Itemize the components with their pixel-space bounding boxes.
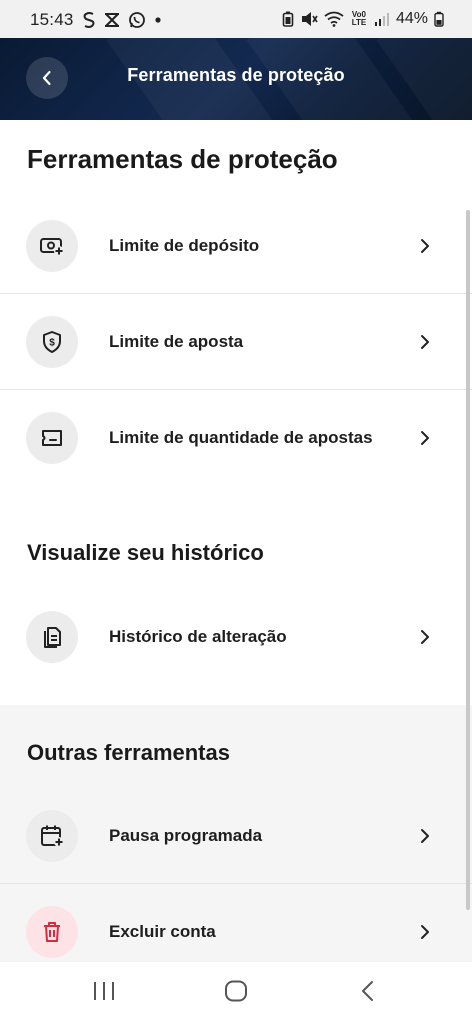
list-item-bet-limit[interactable]: $ Limite de aposta	[0, 294, 472, 390]
list-item-label: Limite de quantidade de apostas	[109, 428, 373, 447]
recent-apps-icon	[92, 980, 116, 1002]
ticket-icon	[26, 412, 78, 464]
status-time: 15:43	[30, 10, 74, 29]
header-title: Ferramentas de proteção	[127, 65, 345, 85]
section-title-history: Visualize seu histórico	[27, 540, 264, 565]
home-icon	[224, 980, 248, 1002]
chevron-right-icon	[418, 925, 432, 939]
chevron-right-icon	[418, 829, 432, 843]
document-history-icon	[26, 611, 78, 663]
chevron-right-icon	[418, 335, 432, 349]
chevron-right-icon	[418, 431, 432, 445]
system-navigation-bar	[0, 962, 472, 1024]
status-bar: 15:43 Vo0 LTE 44%	[0, 0, 472, 38]
notification-icon	[104, 12, 120, 28]
back-nav-button[interactable]	[360, 980, 376, 1002]
calendar-add-icon	[26, 810, 78, 862]
list-item-bet-count-limit[interactable]: Limite de quantidade de apostas	[0, 390, 472, 486]
deposit-money-icon	[26, 220, 78, 272]
page-title: Ferramentas de proteção	[27, 144, 338, 174]
whatsapp-icon	[128, 11, 146, 29]
battery-saver-icon	[282, 11, 294, 27]
trash-icon	[26, 906, 78, 958]
volte-text: Vo0 LTE	[351, 10, 367, 27]
list-item-deposit-limit[interactable]: Limite de depósito	[0, 198, 472, 294]
svg-text:$: $	[49, 338, 55, 349]
list-item-scheduled-pause[interactable]: Pausa programada	[0, 788, 472, 884]
shield-dollar-icon: $	[26, 316, 78, 368]
list-item-change-history[interactable]: Histórico de alteração	[0, 589, 472, 685]
dot-icon	[154, 16, 162, 24]
list-item-label: Histórico de alteração	[109, 627, 287, 646]
volte-icon: Vo0 LTE	[350, 11, 368, 27]
battery-icon	[434, 11, 444, 27]
mute-icon	[300, 11, 318, 27]
list-item-label: Limite de aposta	[109, 332, 244, 351]
back-icon	[360, 980, 376, 1002]
home-button[interactable]	[224, 980, 248, 1002]
recent-apps-button[interactable]	[92, 980, 116, 1002]
scrollbar[interactable]	[466, 210, 470, 910]
s-icon	[82, 11, 96, 29]
list-item-label: Limite de depósito	[109, 236, 260, 255]
list-item-label: Pausa programada	[109, 826, 263, 845]
wifi-icon	[324, 11, 344, 27]
section-title-other-tools: Outras ferramentas	[27, 740, 230, 765]
chevron-right-icon	[418, 239, 432, 253]
app-header: Ferramentas de proteção	[0, 38, 472, 120]
chevron-right-icon	[418, 630, 432, 644]
list-item-label: Excluir conta	[109, 922, 216, 941]
signal-icon	[374, 11, 390, 27]
battery-percentage: 44%	[395, 10, 428, 27]
